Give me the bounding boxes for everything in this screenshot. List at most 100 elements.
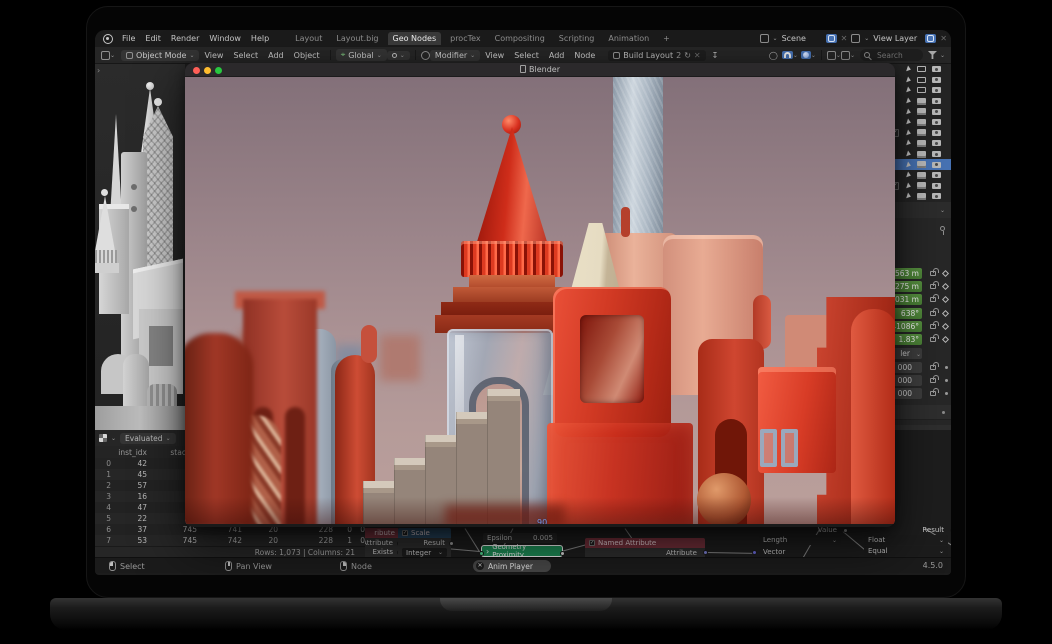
tab-geo-nodes[interactable]: Geo Nodes (388, 32, 442, 45)
scene-type-icon[interactable] (760, 34, 769, 43)
group-user-count[interactable]: 2 (676, 51, 681, 60)
node-scale[interactable]: ✓Scale Result Integer⌄ (398, 528, 451, 557)
vp-menu-add[interactable]: Add (268, 51, 284, 60)
lock-icon[interactable] (930, 284, 936, 289)
region-toggle-arrow[interactable]: › (97, 66, 100, 75)
disable-render-toggle-icon[interactable] (932, 172, 941, 178)
keyframe-icon[interactable] (942, 283, 949, 290)
lock-icon[interactable] (930, 391, 936, 396)
disable-render-toggle-icon[interactable] (932, 183, 941, 189)
hide-viewport-toggle-icon[interactable] (917, 129, 926, 136)
hide-viewport-toggle-icon[interactable] (917, 119, 926, 126)
disable-render-toggle-icon[interactable] (932, 77, 941, 83)
hide-viewport-toggle-icon[interactable] (917, 66, 926, 72)
lock-icon[interactable] (930, 297, 936, 302)
view-layer-icon[interactable] (851, 34, 860, 43)
disable-render-toggle-icon[interactable] (932, 98, 941, 104)
epsilon-field[interactable]: Epsilon0.005 (483, 533, 557, 543)
disable-render-toggle-icon[interactable] (932, 87, 941, 93)
filter-icon[interactable] (928, 51, 937, 59)
tree-type-dropdown[interactable]: Modifier⌄ (430, 50, 480, 61)
hide-viewport-toggle-icon[interactable] (917, 151, 926, 158)
checkbox-icon[interactable]: ✓ (402, 530, 408, 536)
selectable-toggle-icon[interactable] (906, 108, 912, 115)
menu-file[interactable]: File (122, 34, 135, 43)
keyframe-icon[interactable] (942, 310, 949, 317)
hide-viewport-toggle-icon[interactable] (917, 161, 926, 168)
node-group-name-field[interactable]: Build Layout 2 ↻ ✕ (608, 50, 705, 61)
search-input[interactable] (873, 49, 919, 61)
disable-render-toggle-icon[interactable] (932, 130, 941, 136)
node-named-attribute[interactable]: ✓Named Attribute Attribute (585, 538, 705, 557)
transform-orientation-dropdown[interactable]: ⌖Global⌄ (336, 49, 387, 61)
disable-render-toggle-icon[interactable] (932, 140, 941, 146)
editor-type-icon[interactable] (101, 51, 110, 60)
selectable-toggle-icon[interactable] (906, 76, 912, 83)
snap-toggle-icon[interactable] (782, 51, 793, 59)
menu-help[interactable]: Help (251, 34, 269, 43)
lock-icon[interactable] (930, 324, 936, 329)
disable-render-toggle-icon[interactable] (932, 193, 941, 199)
hide-viewport-toggle-icon[interactable] (917, 193, 926, 200)
outliner-filter-id-icon[interactable] (841, 51, 850, 60)
scene-selector[interactable]: Scene (782, 34, 822, 43)
compare-type-dropdown[interactable]: Float⌄ (864, 535, 948, 545)
menu-render[interactable]: Render (171, 34, 199, 43)
animate-dot-icon[interactable] (945, 379, 948, 382)
compare-operation-dropdown[interactable]: Equal⌄ (864, 546, 948, 556)
selectable-toggle-icon[interactable] (906, 140, 912, 147)
node-attribute-partial[interactable]: ribute Attribute Exists (365, 528, 399, 557)
vp-menu-view[interactable]: View (204, 51, 223, 60)
render-window[interactable]: Blender (185, 63, 895, 527)
disable-render-toggle-icon[interactable] (932, 119, 941, 125)
disable-render-toggle-icon[interactable] (932, 151, 941, 157)
overlay-toggle-icon[interactable] (801, 51, 811, 59)
hide-viewport-toggle-icon[interactable] (917, 140, 926, 147)
snap-target-dropdown[interactable]: ⌄ (387, 51, 410, 60)
group-refresh-icon[interactable]: ↻ (684, 51, 691, 60)
node-geometry-proximity[interactable]: ›Geometry Proximity (481, 545, 563, 557)
hide-viewport-toggle-icon[interactable] (917, 98, 926, 105)
node-tree-type-icon[interactable] (421, 51, 430, 60)
column-header[interactable]: inst_idx (111, 448, 147, 457)
ne-menu-node[interactable]: Node (574, 51, 595, 60)
menu-window[interactable]: Window (209, 34, 241, 43)
tab-animation[interactable]: Animation (603, 32, 654, 45)
remove-view-layer-icon[interactable]: ✕ (940, 34, 947, 43)
keyframe-icon[interactable] (942, 270, 949, 277)
anim-player-status[interactable]: ✕ Anim Player (473, 560, 551, 572)
new-view-layer-icon[interactable] (925, 34, 936, 43)
hide-viewport-toggle-icon[interactable] (917, 182, 926, 189)
stop-icon[interactable]: ✕ (476, 562, 484, 570)
pin-node-group-icon[interactable]: ↧ (712, 51, 719, 60)
selectable-toggle-icon[interactable] (906, 172, 912, 179)
selectable-toggle-icon[interactable] (906, 119, 912, 126)
disable-render-toggle-icon[interactable] (932, 162, 941, 168)
selectable-toggle-icon[interactable] (906, 151, 912, 158)
selectable-toggle-icon[interactable] (906, 129, 912, 136)
breadcrumb-caret[interactable]: ⌄ (940, 207, 945, 214)
selectable-toggle-icon[interactable] (906, 66, 912, 73)
node-compare[interactable]: Result Float⌄ Equal⌄ (860, 526, 951, 557)
tab-layout-big[interactable]: Layout.big (331, 32, 383, 45)
animate-dot-icon[interactable] (945, 366, 948, 369)
group-unlink-icon[interactable]: ✕ (694, 51, 701, 60)
animate-dot-icon[interactable] (945, 392, 948, 395)
spreadsheet-icon[interactable] (99, 434, 107, 442)
selectable-toggle-icon[interactable] (906, 98, 912, 105)
hide-viewport-toggle-icon[interactable] (917, 87, 926, 93)
lock-icon[interactable] (930, 365, 936, 370)
view-layer-selector[interactable]: View Layer (873, 34, 921, 43)
vp-menu-select[interactable]: Select (233, 51, 258, 60)
blender-logo-icon[interactable] (103, 34, 113, 44)
ne-menu-add[interactable]: Add (549, 51, 565, 60)
proportional-edit-icon[interactable]: ◯ (769, 51, 778, 60)
viewport-3d[interactable]: › (95, 64, 185, 430)
keyframe-icon[interactable] (942, 296, 949, 303)
selectable-toggle-icon[interactable] (906, 193, 912, 200)
mode-dropdown[interactable]: Object Mode⌄ (121, 50, 199, 61)
lock-icon[interactable] (930, 311, 936, 316)
disable-render-toggle-icon[interactable] (932, 66, 941, 72)
render-window-titlebar[interactable]: Blender (185, 63, 895, 77)
tab-compositing[interactable]: Compositing (490, 32, 550, 45)
